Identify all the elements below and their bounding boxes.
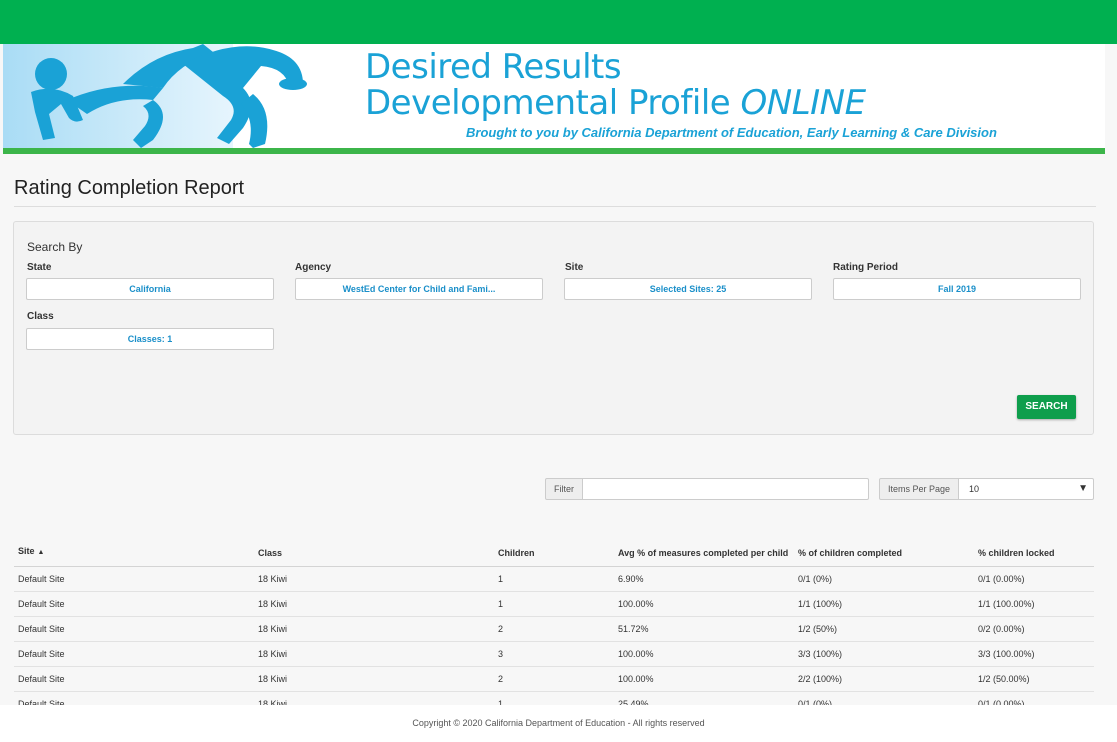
table-row: Default Site 18 Kiwi 1 100.00% 1/1 (100%… (14, 591, 1094, 617)
page-title: Rating Completion Report (14, 177, 245, 199)
site-label: Site (565, 262, 584, 273)
banner-title-online: ONLINE (740, 83, 867, 123)
column-header-children-completed[interactable]: % of children completed (794, 530, 974, 567)
cell-avg-measures: 100.00% (614, 591, 794, 617)
class-selector[interactable]: Classes: 1 (26, 328, 274, 350)
banner-title-line2: Developmental Profile ONLINE (365, 84, 866, 122)
agency-selector[interactable]: WestEd Center for Child and Fami... (295, 278, 543, 300)
column-header-class[interactable]: Class (254, 530, 494, 567)
state-label: State (27, 262, 52, 273)
cell-site: Default Site (14, 591, 254, 617)
items-per-page-value: 10 (969, 484, 980, 494)
search-by-heading: Search By (27, 240, 83, 254)
cell-children-locked: 0/2 (0.00%) (974, 616, 1094, 642)
chevron-down-icon: ▼ (1078, 483, 1088, 494)
cell-avg-measures: 100.00% (614, 666, 794, 692)
column-header-children-locked[interactable]: % children locked (974, 530, 1094, 567)
cell-class: 18 Kiwi (254, 566, 494, 592)
cell-class: 18 Kiwi (254, 666, 494, 692)
cell-site: Default Site (14, 666, 254, 692)
cell-avg-measures: 100.00% (614, 641, 794, 667)
sort-ascending-icon: ▲ (37, 549, 45, 556)
state-selector[interactable]: California (26, 278, 274, 300)
banner-title-line1: Desired Results (365, 47, 622, 87)
column-header-site[interactable]: Site ▲ (14, 530, 254, 567)
children-figures-logo (31, 44, 307, 148)
footer-copyright: Copyright © 2020 California Department o… (0, 705, 1117, 742)
search-button[interactable]: SEARCH (1017, 395, 1076, 419)
banner-title-main: Developmental Profile (365, 83, 731, 123)
table-row: Default Site 18 Kiwi 3 100.00% 3/3 (100%… (14, 641, 1094, 667)
table-header-row: Site ▲ Class Children Avg % of measures c… (14, 530, 1094, 567)
cell-children-completed: 1/2 (50%) (794, 616, 974, 642)
cell-class: 18 Kiwi (254, 591, 494, 617)
header-banner: Desired Results Developmental Profile ON… (3, 44, 1105, 154)
cell-children-locked: 1/2 (50.00%) (974, 666, 1094, 692)
class-label: Class (27, 311, 54, 322)
rating-completion-table: Site ▲ Class Children Avg % of measures c… (14, 530, 1094, 717)
cell-class: 18 Kiwi (254, 616, 494, 642)
title-divider (14, 206, 1096, 207)
items-per-page-select[interactable]: 10 ▼ (959, 478, 1094, 500)
cell-children: 2 (494, 616, 614, 642)
cell-children-locked: 3/3 (100.00%) (974, 641, 1094, 667)
column-header-children[interactable]: Children (494, 530, 614, 567)
cell-class: 18 Kiwi (254, 641, 494, 667)
cell-children: 1 (494, 591, 614, 617)
column-header-site-label: Site (18, 546, 35, 556)
site-selector[interactable]: Selected Sites: 25 (564, 278, 812, 300)
filter-input[interactable] (583, 478, 869, 500)
top-bar (0, 0, 1117, 44)
banner-divider (3, 148, 1105, 154)
cell-children: 3 (494, 641, 614, 667)
filter-label: Filter (545, 478, 583, 500)
table-row: Default Site 18 Kiwi 2 100.00% 2/2 (100%… (14, 666, 1094, 692)
rating-period-selector[interactable]: Fall 2019 (833, 278, 1081, 300)
cell-site: Default Site (14, 641, 254, 667)
cell-children-locked: 0/1 (0.00%) (974, 566, 1094, 592)
banner-subtitle: Brought to you by California Department … (466, 125, 997, 140)
cell-children-completed: 0/1 (0%) (794, 566, 974, 592)
table-row: Default Site 18 Kiwi 1 6.90% 0/1 (0%) 0/… (14, 566, 1094, 592)
cell-avg-measures: 51.72% (614, 616, 794, 642)
cell-site: Default Site (14, 566, 254, 592)
items-per-page-label: Items Per Page (879, 478, 959, 500)
table-row: Default Site 18 Kiwi 2 51.72% 1/2 (50%) … (14, 616, 1094, 642)
cell-children-completed: 2/2 (100%) (794, 666, 974, 692)
cell-children-locked: 1/1 (100.00%) (974, 591, 1094, 617)
cell-children: 2 (494, 666, 614, 692)
cell-children: 1 (494, 566, 614, 592)
cell-avg-measures: 6.90% (614, 566, 794, 592)
search-panel: Search By State California Agency WestEd… (13, 221, 1094, 435)
cell-site: Default Site (14, 616, 254, 642)
cell-children-completed: 3/3 (100%) (794, 641, 974, 667)
agency-label: Agency (295, 262, 332, 273)
rating-period-label: Rating Period (833, 262, 899, 273)
column-header-avg-measures[interactable]: Avg % of measures completed per child (614, 530, 794, 567)
cell-children-completed: 1/1 (100%) (794, 591, 974, 617)
